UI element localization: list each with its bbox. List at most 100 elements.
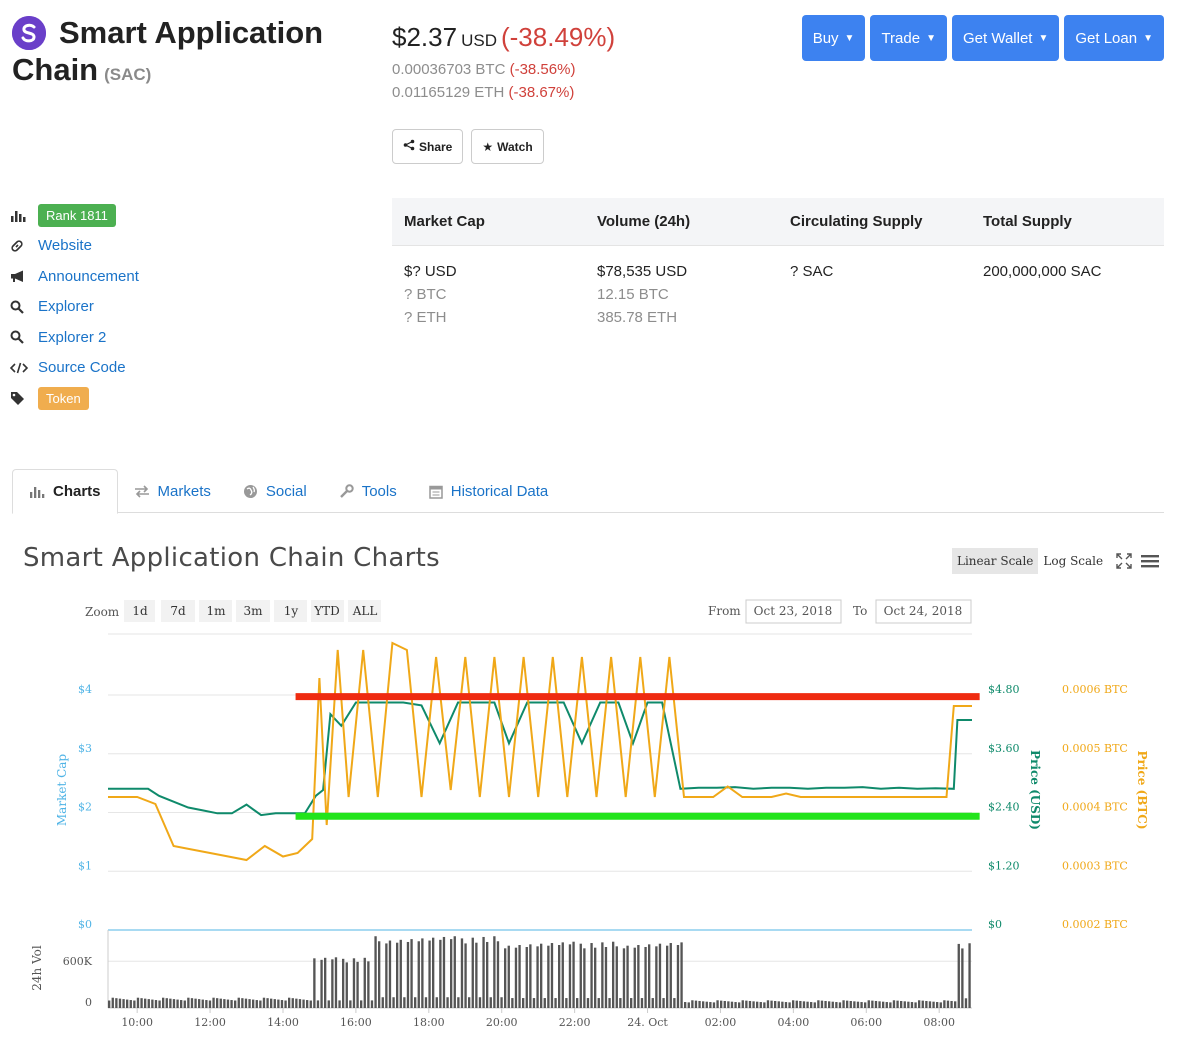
- volume-bar: [576, 998, 579, 1008]
- volume-bar: [828, 1001, 831, 1008]
- volume-bar: [360, 1000, 363, 1008]
- link-icon: [10, 239, 38, 253]
- linear-scale-button[interactable]: Linear Scale: [952, 548, 1039, 574]
- price-chart[interactable]: Zoom 1d 7d 1m 3m 1y YTD ALL From Oct 23,…: [0, 590, 1200, 1041]
- share-icon: [403, 139, 415, 154]
- volume-bar: [766, 1000, 770, 1008]
- get-loan-button[interactable]: Get Loan ▼: [1064, 15, 1164, 61]
- trade-button[interactable]: Trade ▼: [870, 15, 947, 61]
- x-tick-label: 18:00: [413, 1016, 445, 1029]
- volume-bar: [921, 1000, 924, 1008]
- volume-bar: [802, 1001, 806, 1008]
- usd-tick: $3.60: [988, 742, 1020, 755]
- volume-bar: [946, 1000, 950, 1008]
- explorer-link[interactable]: Explorer: [38, 298, 94, 315]
- market-cap-usd: $? USD: [404, 263, 457, 280]
- btc-price-line: [108, 641, 972, 862]
- chart-menu-icon[interactable]: [1140, 553, 1160, 569]
- scale-controls: Linear Scale Log Scale: [952, 548, 1160, 574]
- volume-bar: [518, 945, 521, 1008]
- tab-historical-data[interactable]: Historical Data: [413, 469, 565, 513]
- tab-social[interactable]: Social: [227, 469, 323, 513]
- fullscreen-icon[interactable]: [1116, 553, 1132, 569]
- circulating-cell: ? SAC: [778, 260, 971, 329]
- watch-button[interactable]: ★ Watch: [471, 129, 544, 164]
- volume-bar: [349, 1000, 352, 1008]
- volume-btc: 12.15 BTC: [597, 286, 669, 303]
- volume-bar: [334, 957, 338, 1008]
- volume-bar: [554, 998, 557, 1008]
- volume-bar: [680, 942, 683, 1008]
- website-link[interactable]: Website: [38, 237, 92, 254]
- volume-bar: [435, 997, 438, 1008]
- volume-bar: [658, 943, 662, 1008]
- from-date-value: Oct 23, 2018: [754, 604, 833, 618]
- volume-bar: [259, 1000, 262, 1008]
- share-button[interactable]: Share: [392, 129, 464, 164]
- volume-bar: [507, 945, 510, 1008]
- volume-bar: [450, 939, 453, 1008]
- volume-bar: [511, 998, 514, 1008]
- get-wallet-button[interactable]: Get Wallet ▼: [952, 15, 1060, 61]
- volume-bar: [565, 998, 568, 1008]
- volume-bar: [180, 1000, 183, 1008]
- volume-bars: [108, 936, 971, 1008]
- coin-name-line1: Smart Application: [59, 15, 324, 50]
- volume-bar: [651, 998, 654, 1008]
- tab-charts[interactable]: Charts: [12, 469, 118, 514]
- circulating-supply: ? SAC: [790, 263, 834, 280]
- volume-bar: [115, 998, 118, 1008]
- volume-bar: [496, 941, 500, 1008]
- volume-bar: [572, 941, 575, 1008]
- volume-bar: [158, 1000, 161, 1008]
- chevron-down-icon: ▼: [1143, 32, 1153, 44]
- volume-bar: [291, 998, 294, 1008]
- x-tick-label: 20:00: [486, 1016, 518, 1029]
- volume-bar: [216, 998, 219, 1008]
- volume-bar: [770, 1000, 773, 1008]
- annotation-lines: [295, 693, 980, 820]
- volume-bar: [730, 1001, 734, 1008]
- globe-icon: [243, 484, 258, 499]
- volume-bar: [525, 947, 528, 1008]
- explorer2-link[interactable]: Explorer 2: [38, 329, 106, 346]
- volume-bar: [169, 998, 172, 1008]
- volume-bar: [547, 945, 550, 1008]
- volume-bar: [500, 997, 503, 1008]
- zoom-all-label: ALL: [352, 604, 378, 618]
- volume-bar: [187, 997, 190, 1008]
- volume-bar: [932, 1001, 935, 1008]
- tab-tools[interactable]: Tools: [323, 469, 413, 513]
- volume-bar: [813, 1002, 816, 1008]
- volume-bar: [558, 945, 561, 1008]
- volume-bar: [918, 1000, 921, 1008]
- volume-bar: [378, 941, 381, 1008]
- volume-bar: [201, 999, 204, 1008]
- volume-bar: [900, 1000, 903, 1008]
- x-tick-label: 02:00: [705, 1016, 737, 1029]
- coin-title: Smart Application Chain (SAC): [12, 14, 372, 93]
- volume-bar: [806, 1001, 809, 1008]
- log-scale-button[interactable]: Log Scale: [1038, 548, 1108, 574]
- volume-bar: [468, 997, 471, 1008]
- volume-bar: [111, 997, 114, 1008]
- buy-button[interactable]: Buy ▼: [801, 15, 866, 61]
- price-usd-label: USD: [461, 31, 497, 50]
- market-cap-eth: ? ETH: [404, 309, 447, 326]
- source-code-link[interactable]: Source Code: [38, 359, 126, 376]
- volume-bar: [896, 1000, 899, 1008]
- detail-tabs: Charts Markets Social Tools Historical D…: [12, 469, 1164, 514]
- volume-bar: [709, 1002, 712, 1008]
- volume-bar: [874, 1000, 878, 1008]
- volume-bar: [640, 998, 644, 1008]
- announcement-link[interactable]: Announcement: [38, 268, 139, 285]
- volume-bar: [212, 997, 215, 1008]
- volume-bar: [889, 1002, 892, 1008]
- volume-bar: [309, 1000, 312, 1008]
- volume-bar: [612, 941, 615, 1008]
- volume-bar: [219, 998, 222, 1008]
- volume-bar: [561, 942, 564, 1008]
- volume-bar: [471, 937, 474, 1008]
- tab-markets[interactable]: Markets: [118, 469, 227, 513]
- volume-bar: [226, 999, 230, 1008]
